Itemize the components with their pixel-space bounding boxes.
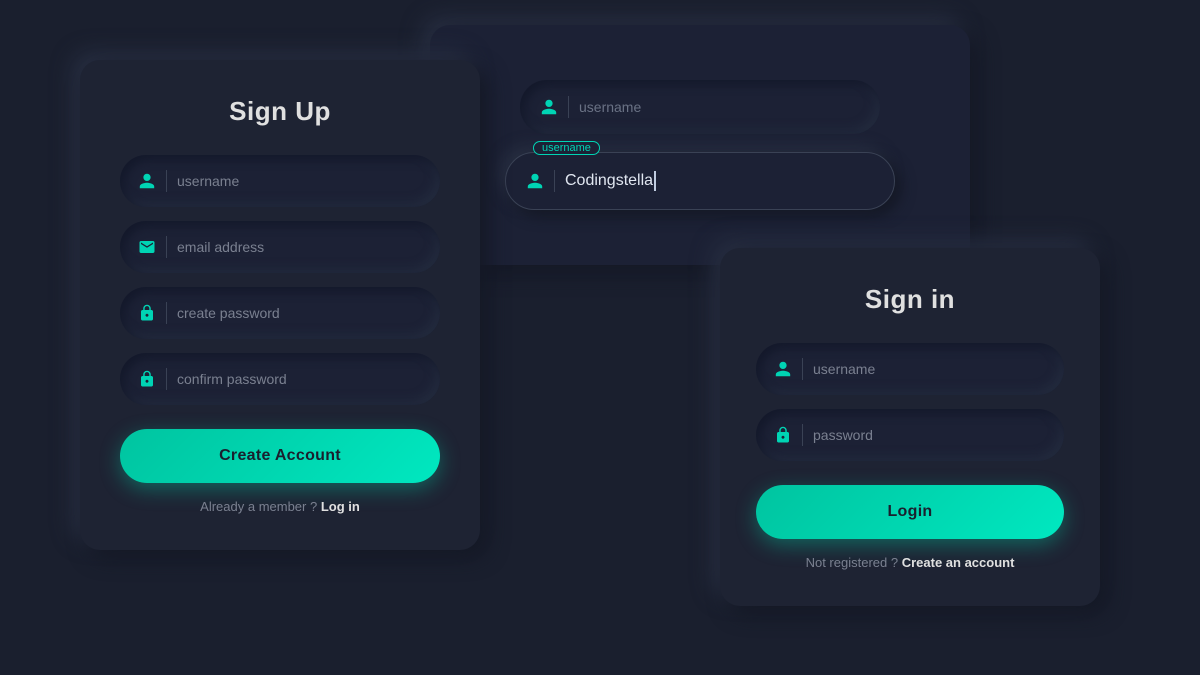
signin-password-input[interactable] xyxy=(813,427,1046,443)
divider-active xyxy=(554,170,555,192)
signup-email-field[interactable] xyxy=(120,221,440,273)
divider xyxy=(166,302,167,324)
inputs-preview-panel: username username Codingstella xyxy=(430,25,970,265)
lock-icon-signin xyxy=(774,426,792,444)
divider xyxy=(166,236,167,258)
signup-password-field[interactable] xyxy=(120,287,440,339)
signin-footer-text: Not registered ? xyxy=(806,555,899,570)
lock-icon-1 xyxy=(138,304,156,322)
divider xyxy=(568,96,569,118)
signup-footer-text: Already a member ? xyxy=(200,499,317,514)
signup-confirmpassword-input[interactable] xyxy=(177,371,422,387)
user-icon-active xyxy=(526,172,544,190)
active-input-value: Codingstella xyxy=(565,171,656,191)
active-input-wrapper: username Codingstella xyxy=(505,152,895,210)
login-button[interactable]: Login xyxy=(756,485,1064,539)
signin-title: Sign in xyxy=(756,284,1064,315)
signup-card: Sign Up Create Account Already a member … xyxy=(80,60,480,550)
signin-username-input[interactable] xyxy=(813,361,1046,377)
cursor xyxy=(654,171,656,191)
divider xyxy=(166,368,167,390)
plain-username-input[interactable]: username xyxy=(520,80,880,134)
signin-card: Sign in Login Not registered ? Create an… xyxy=(720,248,1100,606)
floating-label: username xyxy=(533,141,600,155)
user-icon-signin xyxy=(774,360,792,378)
divider xyxy=(802,424,803,446)
signup-title: Sign Up xyxy=(120,96,440,127)
create-account-link[interactable]: Create an account xyxy=(902,555,1015,570)
signup-footer: Already a member ? Log in xyxy=(120,499,440,514)
signup-username-field[interactable] xyxy=(120,155,440,207)
signin-password-field[interactable] xyxy=(756,409,1064,461)
signin-footer: Not registered ? Create an account xyxy=(756,555,1064,570)
lock-icon-2 xyxy=(138,370,156,388)
create-account-button[interactable]: Create Account xyxy=(120,429,440,483)
signup-confirm-field[interactable] xyxy=(120,353,440,405)
user-icon xyxy=(540,98,558,116)
user-icon-signup xyxy=(138,172,156,190)
active-username-input[interactable]: Codingstella xyxy=(505,152,895,210)
signup-email-input[interactable] xyxy=(177,239,422,255)
signin-username-field[interactable] xyxy=(756,343,1064,395)
signup-username-input[interactable] xyxy=(177,173,422,189)
email-icon xyxy=(138,238,156,256)
plain-input-placeholder: username xyxy=(579,99,641,115)
divider xyxy=(802,358,803,380)
divider xyxy=(166,170,167,192)
signup-createpassword-input[interactable] xyxy=(177,305,422,321)
login-link[interactable]: Log in xyxy=(321,499,360,514)
input-text: Codingstella xyxy=(565,172,653,189)
